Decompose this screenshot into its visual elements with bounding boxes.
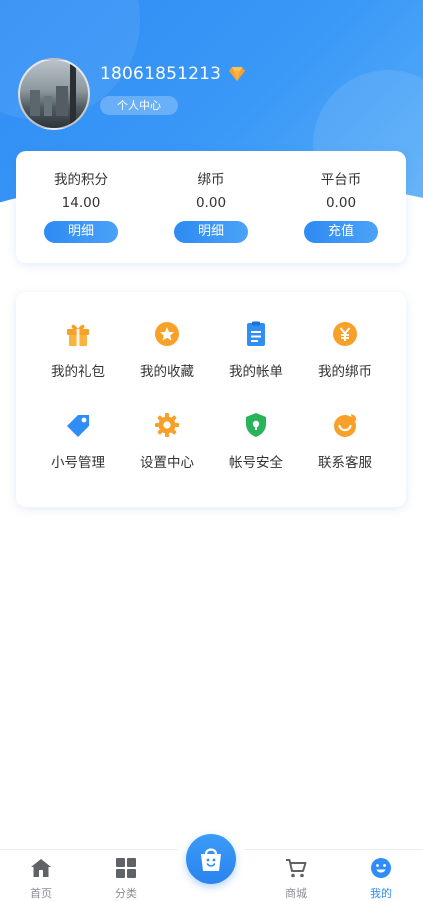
user-phone: 18061851213 (100, 64, 222, 84)
stat-label: 我的积分 (54, 172, 108, 188)
menu-item-label: 设置中心 (140, 455, 194, 471)
tab-label: 商城 (285, 887, 307, 900)
recharge-button[interactable]: 充值 (304, 221, 378, 243)
gear-icon (155, 413, 179, 437)
points-detail-button[interactable]: 明细 (44, 221, 118, 243)
tag-icon (67, 415, 89, 437)
diamond-icon (229, 67, 245, 81)
bill-icon (247, 321, 265, 346)
menu-card: 我的礼包 我的收藏 我的帐单 我的绑币 小号管理 设置中心 帐号安全 联系客服 (16, 292, 406, 507)
tab-label: 我的 (370, 887, 392, 900)
bound-coins-detail-button[interactable]: 明细 (174, 221, 248, 243)
cart-icon (286, 859, 307, 878)
tab-label: 分类 (115, 887, 137, 900)
stat-value: 14.00 (61, 195, 101, 211)
service-icon (334, 414, 357, 437)
menu-item-label: 我的绑币 (318, 364, 372, 380)
shopping-bag-icon (201, 848, 221, 871)
yen-coin-icon (333, 322, 357, 346)
menu-item-label: 我的礼包 (51, 364, 105, 380)
avatar[interactable] (18, 58, 90, 130)
tab-label: 首页 (30, 887, 52, 900)
smiley-icon (371, 858, 391, 878)
shield-icon (246, 413, 266, 437)
menu-item-label: 帐号安全 (229, 455, 283, 471)
stat-label: 平台币 (320, 172, 362, 188)
stat-label: 绑币 (197, 172, 225, 188)
gift-icon (67, 324, 89, 346)
personal-center-button[interactable]: 个人中心 (100, 96, 178, 115)
stats-card: 我的积分 14.00 明细 绑币 0.00 明细 平台币 0.00 充值 (16, 151, 406, 263)
menu-item-label: 小号管理 (51, 455, 105, 471)
stat-value: 0.00 (195, 195, 227, 211)
category-icon (116, 858, 136, 878)
stat-value: 0.00 (325, 195, 357, 211)
menu-item-label: 我的帐单 (229, 364, 283, 380)
star-icon (155, 322, 179, 346)
shopping-bag-button[interactable] (186, 834, 236, 884)
menu-item-label: 联系客服 (318, 455, 372, 471)
menu-item-label: 我的收藏 (140, 364, 194, 380)
home-icon (31, 859, 51, 877)
